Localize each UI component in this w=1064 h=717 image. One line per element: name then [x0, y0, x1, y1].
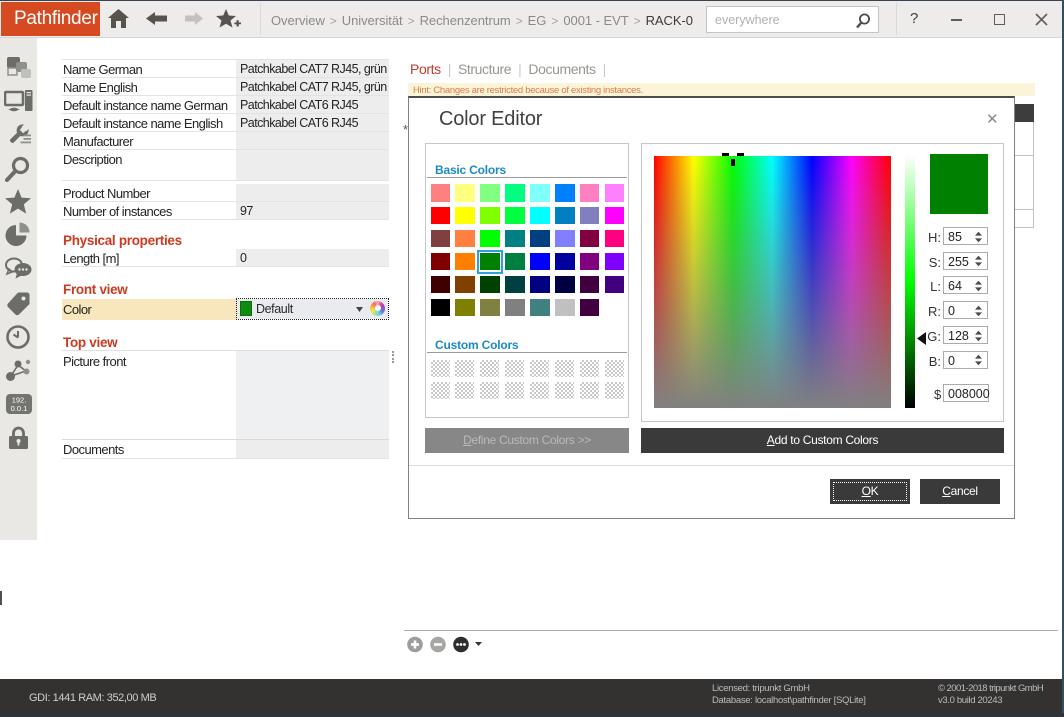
svg-text:0.0.1: 0.0.1 — [11, 404, 28, 413]
